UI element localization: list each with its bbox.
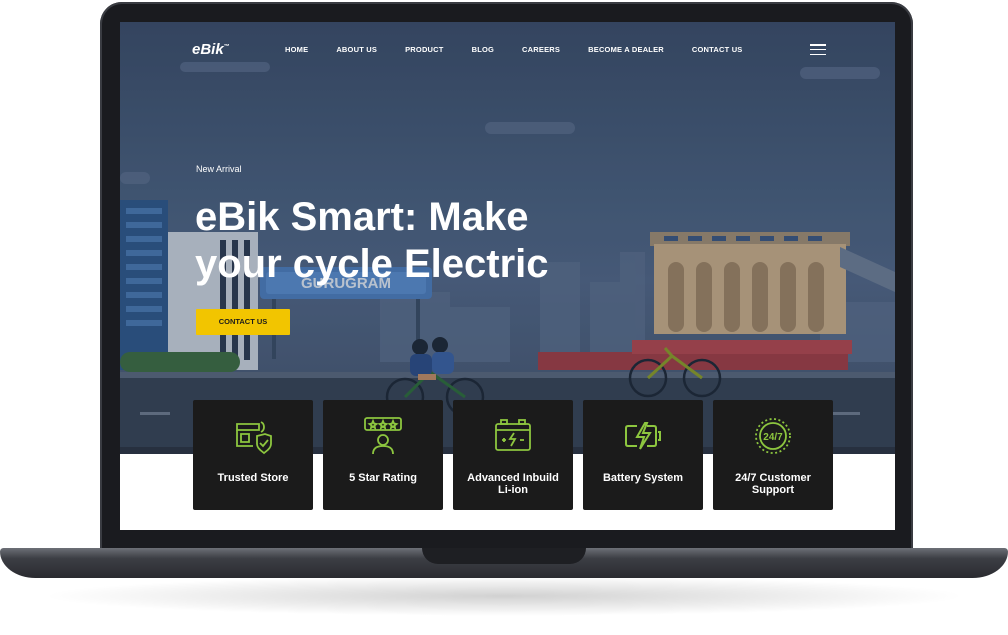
- nav-item-careers[interactable]: CAREERS: [522, 45, 560, 54]
- feature-label: 5 Star Rating: [349, 472, 417, 484]
- new-arrival-badge: New Arrival: [196, 164, 242, 174]
- store-shield-icon: [236, 421, 272, 455]
- battery-icon: [495, 419, 531, 451]
- contact-us-button[interactable]: CONTACT US: [196, 309, 290, 335]
- nav-menu: HOME ABOUT US PRODUCT BLOG CAREERS BECOM…: [285, 45, 771, 54]
- charging-battery-icon: [625, 422, 661, 450]
- feature-label: Advanced Inbuild Li-ion: [467, 472, 559, 496]
- hero-section: GURUGRAM eBik™ HOME ABOUT US PRODUCT BLO…: [120, 22, 895, 454]
- laptop-mockup: GURUGRAM eBik™ HOME ABOUT US PRODUCT BLO…: [0, 0, 1008, 635]
- hamburger-icon[interactable]: [810, 44, 826, 56]
- top-navigation: eBik™ HOME ABOUT US PRODUCT BLOG CAREERS…: [120, 22, 895, 78]
- feature-label: 24/7 Customer Support: [735, 472, 811, 496]
- hero-headline-line1: eBik Smart: Make: [195, 195, 529, 239]
- hero-headline-line2: your cycle Electric: [195, 242, 549, 286]
- laptop-screen: GURUGRAM eBik™ HOME ABOUT US PRODUCT BLO…: [120, 22, 895, 530]
- logo-trademark: ™: [223, 44, 230, 50]
- feature-card-advanced-li-ion[interactable]: Advanced Inbuild Li-ion: [453, 400, 573, 510]
- nav-item-contact-us[interactable]: CONTACT US: [692, 45, 743, 54]
- rating-person-icon: [364, 417, 402, 455]
- brand-logo[interactable]: eBik™: [192, 41, 230, 58]
- feature-label: Battery System: [602, 472, 684, 484]
- nav-item-product[interactable]: PRODUCT: [405, 45, 443, 54]
- nav-item-about-us[interactable]: ABOUT US: [336, 45, 377, 54]
- feature-cards: Trusted Store 5 Star Rating Advanced Inb…: [193, 400, 833, 510]
- nav-item-home[interactable]: HOME: [285, 45, 308, 54]
- logo-text: eBik: [192, 41, 224, 58]
- feature-card-battery-system[interactable]: Battery System: [583, 400, 703, 510]
- nav-item-become-a-dealer[interactable]: BECOME A DEALER: [588, 45, 664, 54]
- feature-card-5-star-rating[interactable]: 5 Star Rating: [323, 400, 443, 510]
- laptop-shadow: [40, 576, 968, 616]
- feature-card-trusted-store[interactable]: Trusted Store: [193, 400, 313, 510]
- laptop-notch: [422, 548, 586, 564]
- hero-headline: eBik Smart: Make your cycle Electric: [195, 194, 615, 288]
- support-247-icon: 24/7: [755, 418, 791, 454]
- nav-item-blog[interactable]: BLOG: [472, 45, 494, 54]
- svg-text:24/7: 24/7: [763, 432, 783, 443]
- feature-label: Trusted Store: [217, 472, 289, 484]
- feature-card-customer-support[interactable]: 24/7 24/7 Customer Support: [713, 400, 833, 510]
